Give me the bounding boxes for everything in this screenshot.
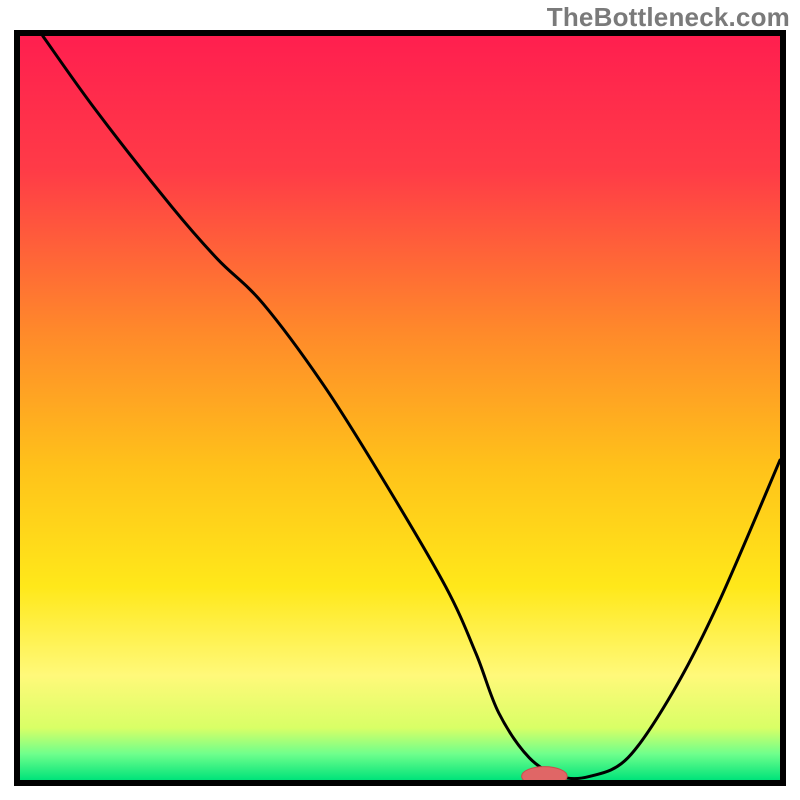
chart-stage: TheBottleneck.com [0,0,800,800]
chart-plot [20,36,780,780]
gradient-background [20,36,780,780]
watermark-text: TheBottleneck.com [547,2,790,33]
chart-frame [14,30,786,786]
